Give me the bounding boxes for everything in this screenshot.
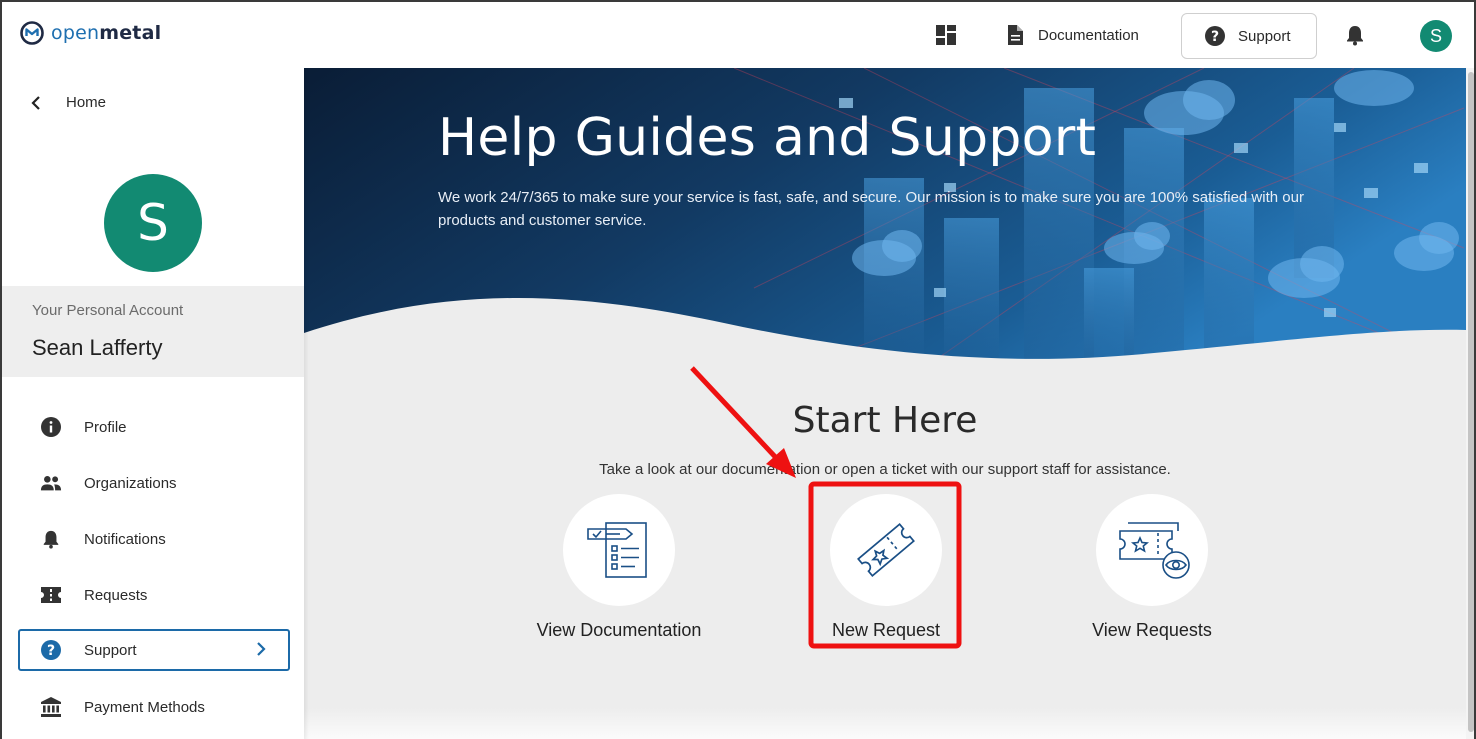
main-content: Help Guides and Support We work 24/7/365… xyxy=(304,68,1466,739)
hero-banner: Help Guides and Support We work 24/7/365… xyxy=(304,68,1466,368)
support-label: Support xyxy=(1238,27,1291,45)
sidebar-item-notifications[interactable]: Notifications xyxy=(18,518,290,560)
tickets-eye-icon xyxy=(1119,522,1190,579)
app-window: openmetal Documentation ? Support S Home… xyxy=(0,0,1476,739)
sidebar-item-organizations[interactable]: Organizations xyxy=(18,462,290,504)
home-link[interactable]: Home xyxy=(30,94,106,111)
document-icon xyxy=(1008,25,1023,45)
info-icon xyxy=(41,417,61,437)
account-panel: Your Personal Account Sean Lafferty xyxy=(2,286,304,377)
documentation-label: Documentation xyxy=(1038,26,1139,44)
sidebar-item-label: Notifications xyxy=(84,530,166,548)
account-type-label: Your Personal Account xyxy=(32,302,184,319)
sidebar-item-requests[interactable]: Requests xyxy=(18,574,290,616)
view-requests-icon-circle xyxy=(1096,494,1208,606)
bell-icon xyxy=(43,530,59,549)
user-avatar[interactable]: S xyxy=(1420,20,1452,52)
chevron-right-icon xyxy=(257,642,266,656)
new-request-card[interactable]: New Request xyxy=(776,494,996,644)
people-icon xyxy=(40,476,62,491)
view-documentation-card[interactable]: View Documentation xyxy=(509,494,729,644)
openmetal-logo[interactable]: openmetal xyxy=(19,20,161,46)
footer-fade xyxy=(304,708,1466,739)
ticket-icon xyxy=(41,587,61,603)
new-request-icon-circle xyxy=(830,494,942,606)
checklist-document-icon xyxy=(587,522,647,578)
start-here-title: Start Here xyxy=(792,400,978,441)
sidebar-item-payment-methods[interactable]: Payment Methods xyxy=(18,686,290,728)
svg-text:?: ? xyxy=(47,643,55,659)
chevron-left-icon xyxy=(31,95,40,110)
profile-avatar: S xyxy=(104,174,202,272)
sidebar-item-label: Payment Methods xyxy=(84,698,205,716)
main-scrollbar[interactable] xyxy=(1466,68,1474,739)
openmetal-logo-icon xyxy=(20,21,44,45)
sidebar: Home S Your Personal Account Sean Laffer… xyxy=(2,68,304,739)
sidebar-item-label: Organizations xyxy=(84,474,177,492)
hero-description: We work 24/7/365 to make sure your servi… xyxy=(438,189,1304,229)
sidebar-item-label: Profile xyxy=(84,418,127,436)
start-here-subtitle: Take a look at our documentation or open… xyxy=(599,461,1171,478)
svg-text:?: ? xyxy=(1211,29,1219,45)
support-button[interactable]: ? Support xyxy=(1181,13,1317,59)
dashboard-grid-icon[interactable] xyxy=(935,24,957,46)
view-requests-label: View Requests xyxy=(1092,620,1212,640)
hero-title: Help Guides and Support xyxy=(438,108,1097,168)
view-requests-card[interactable]: View Requests xyxy=(1042,494,1262,644)
view-documentation-label: View Documentation xyxy=(536,620,702,640)
help-circle-icon: ? xyxy=(41,640,61,660)
help-circle-icon: ? xyxy=(1205,26,1225,46)
home-label: Home xyxy=(66,94,107,111)
ticket-star-icon xyxy=(857,523,915,577)
documentation-link[interactable]: Documentation xyxy=(1006,24,1139,46)
view-documentation-icon-circle xyxy=(563,494,675,606)
sidebar-item-profile[interactable]: Profile xyxy=(18,406,290,448)
bell-icon[interactable] xyxy=(1344,24,1366,46)
account-name: Sean Lafferty xyxy=(32,335,163,360)
sidebar-item-support[interactable]: ? Support xyxy=(18,629,290,671)
sidebar-item-label: Requests xyxy=(84,586,148,604)
scrollbar-thumb[interactable] xyxy=(1468,72,1474,732)
top-bar: openmetal Documentation ? Support S xyxy=(2,2,1474,68)
new-request-label: New Request xyxy=(831,620,941,640)
bank-icon xyxy=(41,697,61,717)
sidebar-item-label: Support xyxy=(84,641,137,659)
logo-wordmark: openmetal xyxy=(51,22,162,44)
